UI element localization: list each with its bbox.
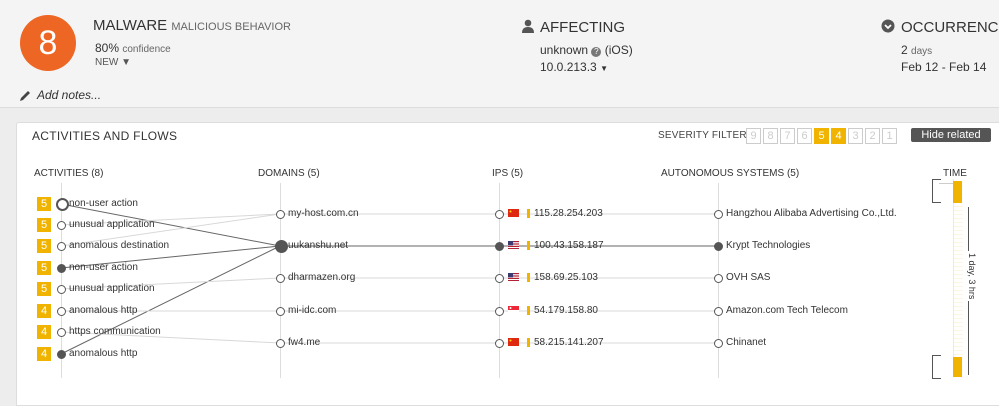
ip-label[interactable]: 58.215.141.207	[534, 337, 604, 348]
domain-node[interactable]	[276, 210, 285, 219]
ip-node[interactable]	[495, 210, 504, 219]
activity-node[interactable]	[57, 285, 66, 294]
ip-label[interactable]: 100.43.158.187	[534, 240, 604, 251]
activity-severity-badge: 5	[37, 239, 51, 253]
ip-label[interactable]: 158.69.25.103	[534, 272, 598, 283]
occurrence-unit: days	[911, 46, 933, 57]
ip-severity-indicator	[527, 209, 530, 218]
activity-node[interactable]	[57, 221, 66, 230]
activity-label[interactable]: anomalous http	[69, 348, 137, 359]
asn-label[interactable]: Chinanet	[726, 337, 766, 348]
activity-severity-badge: 5	[37, 261, 51, 275]
activity-label[interactable]: non-user action	[69, 198, 138, 209]
time-scrubber[interactable]	[932, 179, 969, 379]
chevron-down-icon: ▼	[121, 57, 132, 68]
time-span-label: 1 day, 3 hrs	[967, 251, 977, 302]
activity-severity-badge: 4	[37, 304, 51, 318]
occurrence-title: OCCURRENCE	[901, 19, 999, 36]
activities-flows-panel: ACTIVITIES AND FLOWS SEVERITY FILTER: 98…	[16, 122, 999, 406]
occurrence-count: 2	[901, 43, 908, 57]
domain-node[interactable]	[275, 240, 288, 253]
asn-node[interactable]	[714, 242, 723, 251]
add-notes-link[interactable]: Add notes...	[37, 88, 101, 102]
status-dropdown[interactable]: NEW ▼	[95, 57, 131, 68]
asn-label[interactable]: Hangzhou Alibaba Advertising Co.,Ltd.	[726, 208, 897, 219]
ip-label[interactable]: 54.179.158.80	[534, 305, 598, 316]
affecting-os: (iOS)	[604, 43, 633, 57]
ip-node[interactable]	[495, 339, 504, 348]
asn-node[interactable]	[714, 274, 723, 283]
time-range-bottom-handle[interactable]	[932, 355, 941, 379]
activity-label[interactable]: https communication	[69, 326, 161, 337]
alert-category: MALWARE MALICIOUS BEHAVIOR	[93, 17, 291, 34]
activity-severity-badge: 4	[37, 325, 51, 339]
ip-severity-indicator	[527, 241, 530, 250]
help-icon[interactable]: ?	[591, 47, 602, 57]
ip-severity-indicator	[527, 273, 530, 282]
asn-label[interactable]: OVH SAS	[726, 272, 770, 283]
ip-node[interactable]	[495, 242, 504, 251]
asn-node[interactable]	[714, 210, 723, 219]
asn-node[interactable]	[714, 307, 723, 316]
affecting-ip: 10.0.213.3	[540, 60, 597, 74]
confidence-label: confidence	[122, 44, 171, 55]
time-activity-bar-bottom	[953, 357, 962, 377]
activity-severity-badge: 4	[37, 347, 51, 361]
chevron-down-icon: ▼	[600, 64, 608, 73]
activity-severity-badge: 5	[37, 197, 51, 211]
domain-label[interactable]: dharmazen.org	[288, 272, 355, 283]
activity-severity-badge: 5	[37, 218, 51, 232]
asn-label[interactable]: Krypt Technologies	[726, 240, 810, 251]
activity-label[interactable]: non-user action	[69, 262, 138, 273]
ip-severity-indicator	[527, 338, 530, 347]
activity-node[interactable]	[57, 350, 66, 359]
activity-node[interactable]	[57, 242, 66, 251]
activity-node[interactable]	[57, 328, 66, 337]
category-label: MALWARE	[93, 17, 168, 34]
flow-links	[60, 203, 718, 355]
occurrence-range: Feb 12 - Feb 14	[901, 60, 987, 74]
activity-severity-badge: 5	[37, 282, 51, 296]
domain-label[interactable]: uukanshu.net	[288, 240, 348, 251]
affecting-user-name: unknown	[540, 43, 589, 57]
clock-icon	[881, 19, 895, 33]
domain-label[interactable]: my-host.com.cn	[288, 208, 359, 219]
affecting-ip-dropdown[interactable]: 10.0.213.3 ▼	[540, 60, 608, 74]
ip-node[interactable]	[495, 274, 504, 283]
activity-node[interactable]	[57, 307, 66, 316]
activity-label[interactable]: unusual application	[69, 283, 155, 294]
alert-header: 8 MALWARE MALICIOUS BEHAVIOR 80% confide…	[0, 0, 999, 108]
domain-node[interactable]	[276, 274, 285, 283]
domain-label[interactable]: fw4.me	[288, 337, 320, 348]
domain-label[interactable]: mi-idc.com	[288, 305, 336, 316]
domain-node[interactable]	[276, 307, 285, 316]
status-label: NEW	[95, 57, 119, 68]
asn-label[interactable]: Amazon.com Tech Telecom	[726, 305, 848, 316]
activity-label[interactable]: anomalous http	[69, 305, 137, 316]
ip-node[interactable]	[495, 307, 504, 316]
time-track	[953, 179, 963, 377]
activity-node[interactable]	[56, 198, 69, 211]
ip-label[interactable]: 115.28.254.203	[534, 208, 603, 219]
asn-node[interactable]	[714, 339, 723, 348]
activity-node[interactable]	[57, 264, 66, 273]
confidence: 80% confidence	[95, 41, 171, 55]
occurrence-duration: 2 days	[901, 43, 932, 57]
affecting-title: AFFECTING	[540, 19, 625, 36]
domain-node[interactable]	[276, 339, 285, 348]
activity-label[interactable]: anomalous destination	[69, 240, 169, 251]
score-badge: 8	[20, 15, 76, 71]
confidence-value: 80%	[95, 41, 120, 55]
user-icon	[522, 19, 534, 33]
ip-severity-indicator	[527, 306, 530, 315]
activity-label[interactable]: unusual application	[69, 219, 155, 230]
subcategory-label: MALICIOUS BEHAVIOR	[171, 21, 291, 33]
pencil-icon	[20, 91, 30, 101]
affecting-user: unknown ? (iOS)	[540, 43, 633, 57]
